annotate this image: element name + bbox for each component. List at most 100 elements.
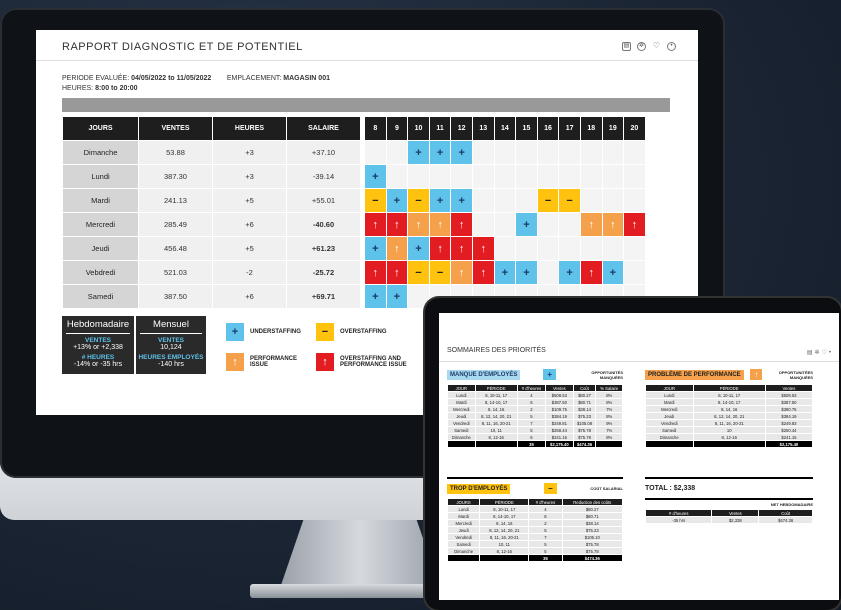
- table-row: Vendredi 8, 11, 16, 20-21 7 $105.10: [446, 533, 624, 541]
- page-title: RAPPORT DIAGNOSTIC ET DE POTENTIEL: [62, 41, 303, 53]
- table-cell: $384.19: [764, 412, 814, 420]
- table-cell: $75.78: [561, 547, 624, 555]
- table-cell: $2,175.40: [764, 440, 814, 448]
- plus-icon: +: [364, 236, 387, 261]
- legend-label: UNDERSTAFFING: [250, 329, 301, 335]
- hour-cell: [493, 164, 517, 189]
- weekly-sales-label: VENTES: [84, 337, 111, 344]
- table-cell: $38.14: [572, 405, 597, 413]
- salary-cell: -40.60: [286, 212, 361, 237]
- legend-overstaffing: − OVERSTAFFING: [316, 323, 387, 341]
- arrow-up-icon: ↑: [450, 212, 473, 237]
- table-cell: 8, 11, 16, 20-21: [474, 419, 518, 427]
- table-cell: 4: [516, 391, 547, 399]
- hour-cell: [601, 236, 625, 261]
- perf-table: JOUR PÉRIODE Ventes Lundi 8, 10-11, 17 $508.5…: [645, 384, 814, 448]
- salary-cell: +37.10: [286, 140, 361, 165]
- table-cell: 6: [516, 398, 547, 406]
- hour-cell: [385, 164, 409, 189]
- hour-cell: [623, 236, 646, 261]
- perf-title: PROBLÈME DE PERFORMANCE: [645, 369, 744, 380]
- table-cell: Lundi: [446, 505, 481, 513]
- table-cell: Lundi: [447, 391, 476, 399]
- table-cell: Vendredi: [645, 419, 694, 427]
- table-row: Jeudi 8, 12, 14, 20, 21 5 $384.19 $75.23 8%: [447, 412, 623, 420]
- manque-table: JOUR PÉRIODE # d'heures Ventes Coût% Salaire…: [447, 384, 623, 448]
- arrow-up-icon: ↑: [226, 353, 244, 371]
- sales-cell: 53.88: [138, 140, 213, 165]
- arrow-up-icon: ↑: [750, 369, 763, 380]
- table-cell: 2: [516, 405, 547, 413]
- toolbar-icons: ▤ ✲ ♡ •: [622, 42, 676, 51]
- table-cell: 10, 11: [479, 540, 530, 548]
- table-row: Lundi 8, 10-11, 17 4 $508.53 $80.27 8%: [447, 391, 623, 399]
- table-cell: 7: [516, 419, 547, 427]
- hour-cell: [558, 140, 581, 165]
- weekly-title: Hebdomadaire: [66, 319, 130, 334]
- table-cell: $105.08: [572, 419, 597, 427]
- column-header: % Salaire: [595, 384, 623, 392]
- table-cell: $249.83: [764, 419, 814, 427]
- table-cell: [692, 440, 766, 448]
- heart-icon[interactable]: ♡: [652, 42, 661, 51]
- hours-cell: +6: [212, 212, 287, 237]
- hour-cell: [515, 188, 538, 213]
- table-cell: $384.19: [545, 412, 574, 420]
- gear-icon[interactable]: ✲: [637, 42, 646, 51]
- table-cell: $75.78: [561, 540, 624, 548]
- salary-cell: +61.23: [286, 236, 361, 261]
- salary-cell: +55.01: [286, 188, 361, 213]
- divider: [36, 60, 698, 61]
- hour-cell: [623, 164, 646, 189]
- arrow-up-icon: ↑: [316, 353, 334, 371]
- sales-cell: 285.49: [138, 212, 213, 237]
- table-cell: 8, 11, 16, 20-21: [692, 419, 766, 427]
- hour-header: 13: [471, 116, 495, 141]
- table-cell: 8%: [595, 391, 623, 399]
- table-cell: $258.44: [545, 426, 574, 434]
- divider: [439, 361, 839, 362]
- tablet-toolbar-icons[interactable]: ▤✲♡•: [807, 349, 833, 356]
- hours-cell: +5: [212, 236, 287, 261]
- manque-right-label: OPPORTUNITÉS MANQUÉES: [591, 369, 623, 380]
- sales-cell: 241.13: [138, 188, 213, 213]
- table-cell: Mercredi: [645, 405, 694, 413]
- day-cell: Mercredi: [62, 212, 139, 237]
- table-cell: $105.10: [561, 533, 624, 541]
- total-label: TOTAL : $2,338: [645, 485, 696, 492]
- table-cell: 5: [516, 426, 547, 434]
- column-header: Reduction des coûts: [561, 498, 624, 506]
- day-cell: Jeudi: [62, 236, 139, 261]
- table-row: Vendredi 8, 11, 16, 20-21 $249.83: [645, 419, 814, 427]
- document-icon[interactable]: ▤: [622, 42, 631, 51]
- table-cell: 7: [528, 533, 563, 541]
- table-row: Lundi 8, 10-11, 17 4 $80.27: [446, 505, 624, 513]
- column-header: Ventes: [764, 384, 814, 392]
- day-cell: Dimanche: [62, 140, 139, 165]
- hour-cell: [601, 140, 625, 165]
- table-cell: Jeudi: [447, 412, 476, 420]
- table-row: Jeudi 8, 12, 14, 20, 21 5 $75.23: [446, 526, 624, 534]
- table-cell: $380.75: [764, 405, 814, 413]
- weekly-hours-value: -14% or -35 hrs: [73, 361, 123, 368]
- hour-header: 17: [558, 116, 581, 141]
- table-cell: 6: [516, 433, 547, 441]
- hour-cell: [536, 164, 560, 189]
- table-cell: $387.50: [545, 398, 574, 406]
- table-cell: $474.36: [758, 516, 813, 524]
- column-header: # d'heures: [644, 509, 713, 517]
- plus-icon: +: [407, 140, 430, 165]
- hour-cell: [515, 164, 538, 189]
- hour-header: 14: [493, 116, 517, 141]
- user-icon[interactable]: •: [667, 42, 676, 51]
- table-cell: $38.14: [561, 519, 624, 527]
- monthly-hours-label: HEURES EMPLOYÉS: [138, 354, 204, 361]
- column-header: JOUR: [645, 384, 694, 392]
- arrow-up-icon: ↑: [385, 212, 409, 237]
- column-header: VENTES: [138, 116, 213, 141]
- table-cell: Jeudi: [645, 412, 694, 420]
- arrow-up-icon: ↑: [623, 212, 646, 237]
- hours-label: HEURES:: [62, 85, 94, 92]
- tablet-title: SOMMAIRES DES PRIORITÉS: [447, 347, 546, 354]
- table-cell: [595, 440, 623, 448]
